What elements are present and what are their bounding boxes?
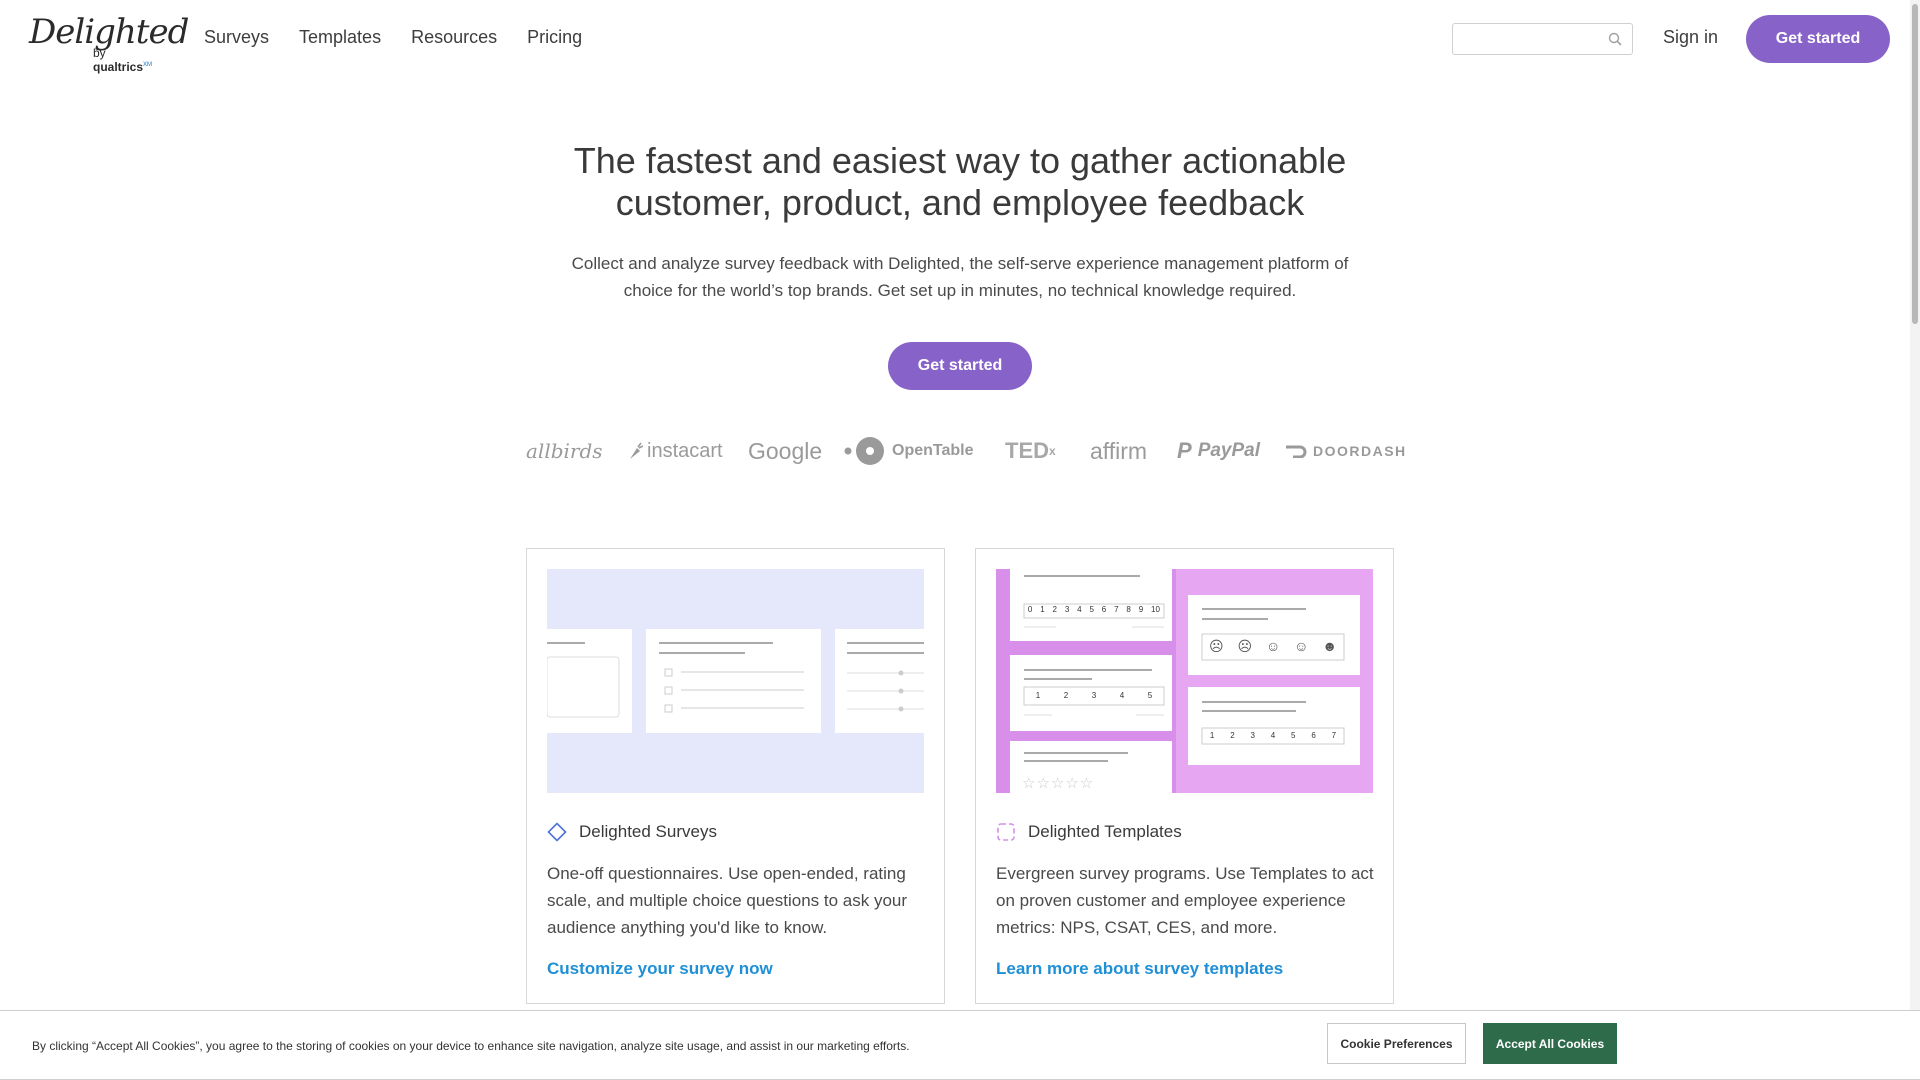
nav-templates[interactable]: Templates: [299, 27, 381, 48]
logo-paypal: P PayPal: [1177, 438, 1261, 463]
hero-title-line-1: The fastest and easiest way to gather ac…: [573, 140, 1347, 181]
nps-scale: 0 1 2 3 4 5 6 7 8 9 10: [1027, 605, 1160, 614]
nav-surveys[interactable]: Surveys: [204, 27, 269, 48]
nav-pricing[interactable]: Pricing: [527, 27, 582, 48]
logo-byline: by qualtricsXM: [93, 46, 153, 74]
emoji-very-happy-icon: ☻: [1322, 638, 1338, 654]
emoji-happy-icon: ☺: [1294, 638, 1309, 654]
logo-instacart: instacart: [627, 432, 723, 470]
emoji-sad-icon: ☹: [1237, 638, 1253, 654]
learn-templates-link[interactable]: Learn more about survey templates: [996, 959, 1283, 979]
customer-logos: allbirds instacart Google OpenTable TED x…: [526, 432, 1405, 470]
seven-point-scale: 1234567: [1209, 731, 1337, 740]
cookie-banner-text: By clicking “Accept All Cookies”, you ag…: [32, 1039, 910, 1053]
opentable-mark-icon: [844, 437, 884, 465]
surveys-illustration: [547, 569, 924, 793]
header-get-started-button[interactable]: Get started: [1746, 15, 1890, 63]
dashed-square-icon: [997, 823, 1015, 841]
hero-subtitle: Collect and analyze survey feedback with…: [540, 250, 1380, 304]
emoji-neutral-icon: ☺: [1265, 638, 1281, 654]
star-rating-icon: ☆☆☆☆☆: [1022, 775, 1095, 792]
logo-google: Google: [748, 437, 823, 464]
scrollbar-thumb[interactable]: [1912, 4, 1918, 324]
delighted-logo[interactable]: Delighted by qualtricsXM: [29, 12, 189, 74]
templates-card-heading: Delighted Templates: [996, 822, 1182, 842]
logo-affirm: affirm: [1090, 437, 1148, 464]
logo-ted: TED x: [1005, 438, 1056, 463]
surveys-card: Delighted Surveys One-off questionnaires…: [526, 548, 945, 1004]
search-input[interactable]: [1453, 24, 1603, 54]
emoji-very-sad-icon: ☹: [1208, 638, 1224, 654]
page-scrollbar[interactable]: [1910, 0, 1920, 1080]
search-box: [1452, 23, 1633, 55]
diamond-icon: [547, 822, 567, 842]
template-forms-graphic: [996, 569, 1360, 793]
five-point-scale: 12345: [1035, 691, 1153, 700]
main-nav: Surveys Templates Resources Pricing: [204, 27, 582, 48]
surveys-card-description: One-off questionnaires. Use open-ended, …: [547, 864, 908, 937]
doordash-mark-icon: [1286, 445, 1307, 458]
cookie-banner: By clicking “Accept All Cookies”, you ag…: [0, 1010, 1920, 1080]
emoji-scale: ☹ ☹ ☺ ☺ ☻: [1202, 638, 1344, 655]
hero-subtitle-line-2: choice for the world’s top brands. Get s…: [623, 281, 1297, 300]
hero-title: The fastest and easiest way to gather ac…: [360, 140, 1560, 224]
paypal-mark-icon: P: [1177, 438, 1192, 463]
logo-opentable: OpenTable: [844, 432, 974, 470]
templates-illustration: 0 1 2 3 4 5 6 7 8 9 10 ☹ ☹ ☺ ☺ ☻ 12345 1234567 ☆☆☆☆☆: [996, 569, 1373, 793]
customize-survey-link[interactable]: Customize your survey now: [547, 959, 773, 979]
hero-subtitle-line-1: Collect and analyze survey feedback with…: [571, 254, 1349, 273]
templates-card-description: Evergreen survey programs. Use Templates…: [996, 864, 1374, 937]
survey-forms-graphic: [547, 629, 924, 733]
nav-resources[interactable]: Resources: [411, 27, 497, 48]
search-icon[interactable]: [1608, 32, 1622, 46]
surveys-card-heading: Delighted Surveys: [547, 822, 717, 842]
hero-title-line-2: customer, product, and employee feedback: [615, 182, 1305, 223]
hero-get-started-button[interactable]: Get started: [888, 342, 1032, 390]
sign-in-link[interactable]: Sign in: [1663, 27, 1718, 48]
logo-allbirds: allbirds: [526, 439, 603, 463]
logo-doordash: DOORDASH: [1285, 432, 1407, 470]
accept-all-cookies-button[interactable]: Accept All Cookies: [1483, 1023, 1617, 1064]
cookie-preferences-button[interactable]: Cookie Preferences: [1327, 1023, 1466, 1064]
carrot-icon: [630, 442, 643, 459]
site-header: Delighted by qualtricsXM Surveys Templat…: [0, 0, 1910, 78]
templates-card: 0 1 2 3 4 5 6 7 8 9 10 ☹ ☹ ☺ ☺ ☻ 12345 1234567 ☆☆☆☆☆ D…: [975, 548, 1394, 1004]
